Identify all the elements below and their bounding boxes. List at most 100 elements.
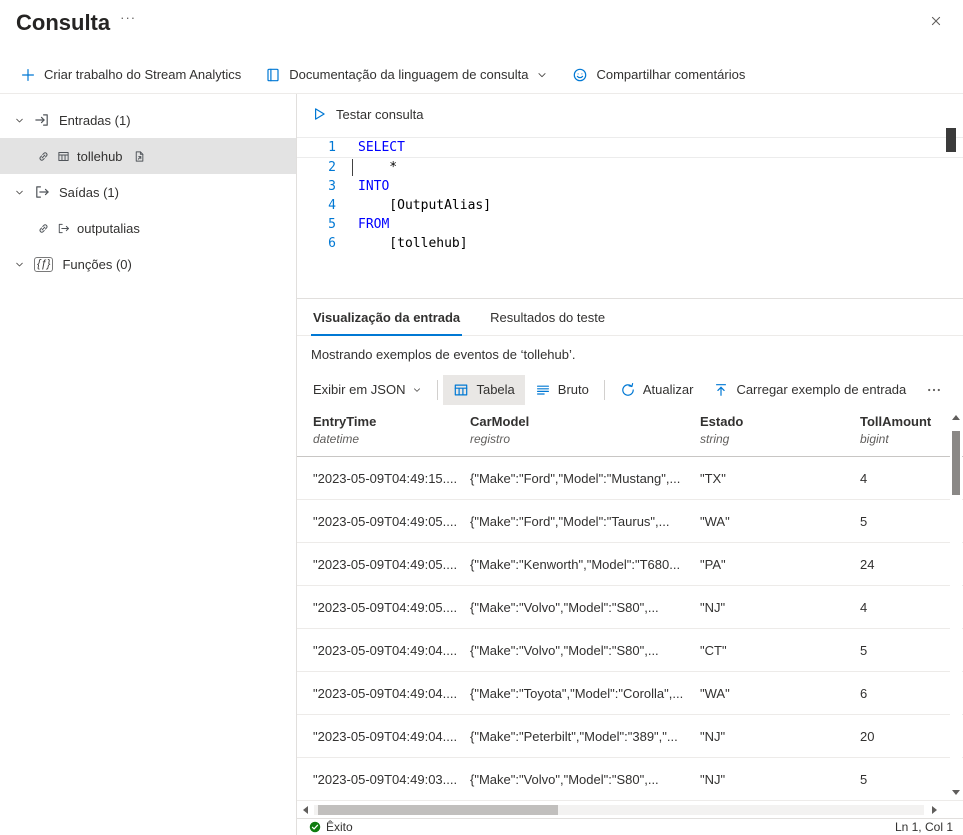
table-cell: 20 xyxy=(860,729,945,744)
table-cell: 4 xyxy=(860,600,945,615)
table-cell: "CT" xyxy=(700,643,860,658)
table-cell: 5 xyxy=(860,514,945,529)
scroll-up-icon[interactable] xyxy=(952,415,960,420)
table-row[interactable]: "2023-05-09T04:49:15....{"Make":"Ford","… xyxy=(297,457,963,500)
column-name: EntryTime xyxy=(313,414,470,429)
chevron-down-icon xyxy=(412,385,422,395)
button-label: Bruto xyxy=(558,382,589,397)
raw-view-button[interactable]: Bruto xyxy=(525,375,599,405)
column-header-carmodel[interactable]: CarModelregistro xyxy=(470,414,700,456)
sidebar-group-fun-es-0[interactable]: {ƒ}Funções (0) xyxy=(0,246,296,282)
column-name: Estado xyxy=(700,414,860,429)
button-label: Compartilhar comentários xyxy=(596,67,745,82)
link-icon xyxy=(37,150,50,163)
sidebar-group-label: Funções (0) xyxy=(62,257,131,272)
table-cell: 4 xyxy=(860,471,945,486)
table-entity-icon xyxy=(57,150,70,163)
sidebar-tree: Entradas (1) tollehubSaídas (1)outputalia… xyxy=(0,94,297,835)
share-feedback-button[interactable]: Compartilhar comentários xyxy=(560,56,757,93)
content-area: Entradas (1) tollehubSaídas (1)outputalia… xyxy=(0,94,963,835)
code-line-1[interactable]: 1SELECT xyxy=(297,137,963,158)
code-line-5[interactable]: 5FROM xyxy=(297,215,963,234)
query-editor-window: Consulta ··· Criar trabalho do Stream An… xyxy=(0,0,963,835)
preview-toolbar: Exibir em JSON Tabela Bruto Atualizar xyxy=(297,372,963,407)
sidebar-group-entradas-1[interactable]: Entradas (1) xyxy=(0,102,296,138)
tab-test-results[interactable]: Resultados do teste xyxy=(488,299,607,335)
table-cell: {"Make":"Peterbilt","Model":"389","... xyxy=(470,729,700,744)
query-docs-dropdown[interactable]: Documentação da linguagem de consulta xyxy=(253,56,560,93)
table-cell: 24 xyxy=(860,557,945,572)
json-view-dropdown[interactable]: Exibir em JSON xyxy=(303,375,432,405)
column-type: bigint xyxy=(860,432,945,446)
table-row[interactable]: "2023-05-09T04:49:04....{"Make":"Volvo",… xyxy=(297,629,963,672)
code-text: INTO xyxy=(336,177,389,196)
table-row[interactable]: "2023-05-09T04:49:04....{"Make":"Peterbi… xyxy=(297,715,963,758)
code-line-6[interactable]: 6 [tollehub] xyxy=(297,234,963,253)
events-table: EntryTimedatetimeCarModelregistroEstados… xyxy=(297,407,963,801)
test-query-button[interactable]: Testar consulta xyxy=(311,106,423,122)
scroll-down-icon[interactable] xyxy=(952,790,960,795)
table-horizontal-scrollbar[interactable] xyxy=(297,801,963,818)
table-row[interactable]: "2023-05-09T04:49:05....{"Make":"Ford","… xyxy=(297,500,963,543)
table-cell: "NJ" xyxy=(700,600,860,615)
query-code-editor[interactable]: 1SELECT2 *3INTO4 [OutputAlias]5FROM6 [to… xyxy=(297,134,963,299)
chevron-down-icon xyxy=(14,115,25,126)
tab-input-preview[interactable]: Visualização da entrada xyxy=(311,299,462,335)
table-cell: "2023-05-09T04:49:05.... xyxy=(313,557,470,572)
table-row[interactable]: "2023-05-09T04:49:03....{"Make":"Volvo",… xyxy=(297,758,963,801)
upload-sample-input-button[interactable]: Carregar exemplo de entrada xyxy=(703,375,916,405)
sidebar-group-label: Entradas (1) xyxy=(59,113,131,128)
success-check-icon xyxy=(309,821,321,833)
table-vertical-scrollbar[interactable] xyxy=(950,415,962,795)
line-number: 6 xyxy=(297,234,336,253)
button-label: Atualizar xyxy=(643,382,694,397)
table-cell: "2023-05-09T04:49:05.... xyxy=(313,600,470,615)
table-view-button[interactable]: Tabela xyxy=(443,375,524,405)
preview-tabs: Visualização da entrada Resultados do te… xyxy=(297,299,963,336)
line-number: 2 xyxy=(297,158,336,177)
page-title: Consulta xyxy=(16,10,110,36)
table-cell: {"Make":"Volvo","Model":"S80",... xyxy=(470,600,700,615)
column-header-entrytime[interactable]: EntryTimedatetime xyxy=(313,414,470,456)
line-number: 5 xyxy=(297,215,336,234)
horizontal-scroll-track[interactable] xyxy=(314,805,924,815)
create-stream-job-button[interactable]: Criar trabalho do Stream Analytics xyxy=(8,56,253,93)
close-button[interactable] xyxy=(929,14,943,31)
table-cell: "2023-05-09T04:49:04.... xyxy=(313,686,470,701)
horizontal-scroll-thumb[interactable] xyxy=(318,805,558,815)
refresh-button[interactable]: Atualizar xyxy=(610,375,704,405)
column-header-estado[interactable]: Estadostring xyxy=(700,414,860,456)
table-row[interactable]: "2023-05-09T04:49:05....{"Make":"Volvo",… xyxy=(297,586,963,629)
title-more-button[interactable]: ··· xyxy=(120,10,136,25)
scroll-right-icon[interactable] xyxy=(932,806,937,814)
sidebar-group-sa-das-1[interactable]: Saídas (1) xyxy=(0,174,296,210)
chevron-down-icon xyxy=(14,187,25,198)
close-icon xyxy=(929,14,943,28)
column-header-tollamount[interactable]: TollAmountbigint xyxy=(860,414,945,456)
vertical-scroll-thumb[interactable] xyxy=(952,431,960,495)
code-text: SELECT xyxy=(336,138,405,157)
code-line-4[interactable]: 4 [OutputAlias] xyxy=(297,196,963,215)
scroll-left-icon[interactable] xyxy=(303,806,308,814)
raw-icon xyxy=(535,382,551,398)
sidebar-item-outputalias[interactable]: outputalias xyxy=(0,210,296,246)
line-number: 4 xyxy=(297,196,336,215)
status-bar: Êxito Ln 1, Col 1 xyxy=(297,818,963,835)
upload-icon xyxy=(713,382,729,398)
editor-scrollbar[interactable] xyxy=(946,128,956,152)
more-options-button[interactable] xyxy=(916,375,952,405)
table-row[interactable]: "2023-05-09T04:49:05....{"Make":"Kenwort… xyxy=(297,543,963,586)
code-line-3[interactable]: 3INTO xyxy=(297,177,963,196)
table-row[interactable]: "2023-05-09T04:49:04....{"Make":"Toyota"… xyxy=(297,672,963,715)
table-cell: "WA" xyxy=(700,686,860,701)
sidebar-item-tollehub[interactable]: tollehub xyxy=(0,138,296,174)
button-label: Documentação da linguagem de consulta xyxy=(289,67,528,82)
chevron-down-icon xyxy=(536,69,548,81)
table-cell: {"Make":"Ford","Model":"Taurus",... xyxy=(470,514,700,529)
code-line-2[interactable]: 2 * xyxy=(297,158,963,177)
plus-icon xyxy=(20,67,36,83)
main-pane: Testar consulta 1SELECT2 *3INTO4 [Output… xyxy=(297,94,963,835)
table-icon xyxy=(453,382,469,398)
toolbar-divider xyxy=(604,380,605,400)
test-query-row: Testar consulta xyxy=(297,94,963,134)
